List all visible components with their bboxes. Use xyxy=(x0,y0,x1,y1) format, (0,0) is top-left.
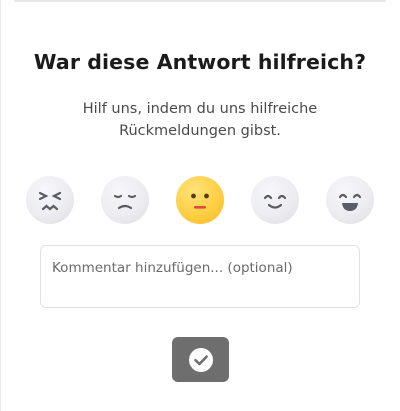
very-satisfied-face-icon xyxy=(338,193,362,211)
rating-very-dissatisfied-button[interactable] xyxy=(26,176,74,224)
comment-input[interactable] xyxy=(40,245,360,308)
submit-button[interactable] xyxy=(172,337,229,382)
rating-very-satisfied-button[interactable] xyxy=(326,176,374,224)
rating-dissatisfied-button[interactable] xyxy=(101,176,149,224)
satisfied-face-icon xyxy=(263,194,287,209)
checkmark-icon xyxy=(188,347,213,372)
rating-options xyxy=(26,176,374,224)
feedback-title: War diese Antwort hilfreich? xyxy=(33,50,367,74)
top-edge-divider xyxy=(14,0,386,2)
rating-neutral-button[interactable] xyxy=(176,176,224,224)
feedback-subtitle: Hilf uns, indem du uns hilfreiche Rückme… xyxy=(82,101,318,139)
very-dissatisfied-face-icon xyxy=(38,191,62,211)
dissatisfied-face-icon xyxy=(113,194,137,210)
neutral-face-icon xyxy=(191,193,209,209)
rating-satisfied-button[interactable] xyxy=(251,176,299,224)
